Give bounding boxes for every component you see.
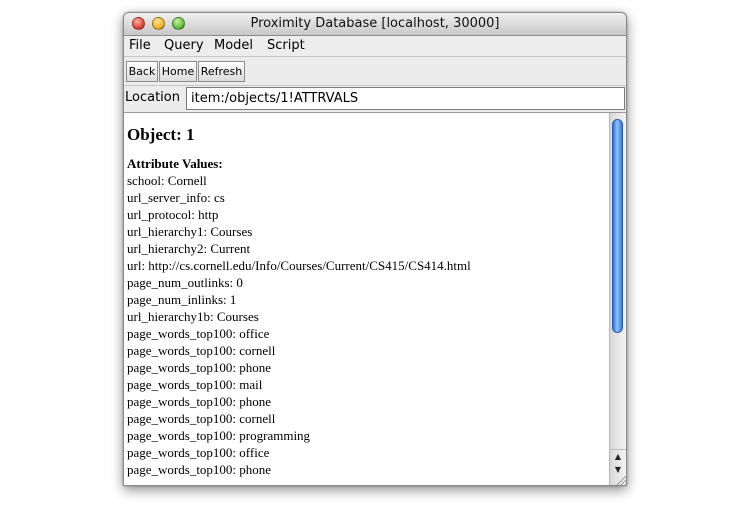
home-button[interactable]: Home <box>159 61 197 82</box>
object-heading: Object: 1 <box>127 125 195 144</box>
attribute-line: url: http://cs.cornell.edu/Info/Courses/… <box>127 258 471 273</box>
attribute-line: page_words_top100: cornell <box>127 411 276 426</box>
location-bar: Location <box>124 86 626 111</box>
toolbar: Back Home Refresh <box>124 58 626 86</box>
menu-query[interactable]: Query <box>164 38 204 53</box>
attribute-line: page_words_top100: cornell <box>127 343 276 358</box>
attribute-line: page_words_top100: office <box>127 445 270 460</box>
menu-file[interactable]: File <box>129 38 151 53</box>
attribute-line: url_hierarchy1: Courses <box>127 224 253 239</box>
arrow-up-icon[interactable]: ▲ <box>610 449 626 464</box>
attribute-line: page_words_top100: phone <box>127 462 272 477</box>
refresh-button[interactable]: Refresh <box>198 61 245 82</box>
menu-model[interactable]: Model <box>214 38 253 53</box>
attribute-line: page_num_outlinks: 0 <box>127 275 243 290</box>
attribute-line: page_words_top100: programming <box>127 428 311 443</box>
attribute-line: url_hierarchy2: Current <box>127 241 251 256</box>
attribute-line: page_num_inlinks: 1 <box>127 292 237 307</box>
location-label: Location <box>125 90 180 105</box>
window-title: Proximity Database [localhost, 30000] <box>250 16 500 31</box>
attribute-line: page_words_top100: office <box>127 326 270 341</box>
attribute-line: url_hierarchy1b: Courses <box>127 309 259 324</box>
title-bar[interactable]: Proximity Database [localhost, 30000] <box>124 13 626 36</box>
location-input[interactable] <box>186 87 625 110</box>
attribute-line: page_words_top100: phone <box>127 360 272 375</box>
attribute-line: school: Cornell <box>127 173 207 188</box>
resize-grip-icon[interactable] <box>612 476 626 486</box>
content-body: Object: 1 Attribute Values: school: Corn… <box>127 119 607 478</box>
back-button[interactable]: Back <box>126 61 158 82</box>
attribute-line: url_protocol: http <box>127 207 219 222</box>
menu-script[interactable]: Script <box>267 38 305 53</box>
app-window: Proximity Database [localhost, 30000] Fi… <box>123 12 627 486</box>
vertical-scrollbar[interactable]: ▲ ▼ <box>609 113 626 485</box>
arrow-down-icon[interactable]: ▼ <box>610 463 626 477</box>
attribute-values-heading: Attribute Values: <box>127 156 223 171</box>
scrollbar-thumb[interactable] <box>612 119 623 333</box>
attribute-line: url_server_info: cs <box>127 190 225 205</box>
menu-bar: File Query Model Script <box>124 36 626 57</box>
content-pane[interactable]: Object: 1 Attribute Values: school: Corn… <box>124 112 626 486</box>
attribute-line: page_words_top100: phone <box>127 394 272 409</box>
attribute-line: page_words_top100: mail <box>127 377 263 392</box>
